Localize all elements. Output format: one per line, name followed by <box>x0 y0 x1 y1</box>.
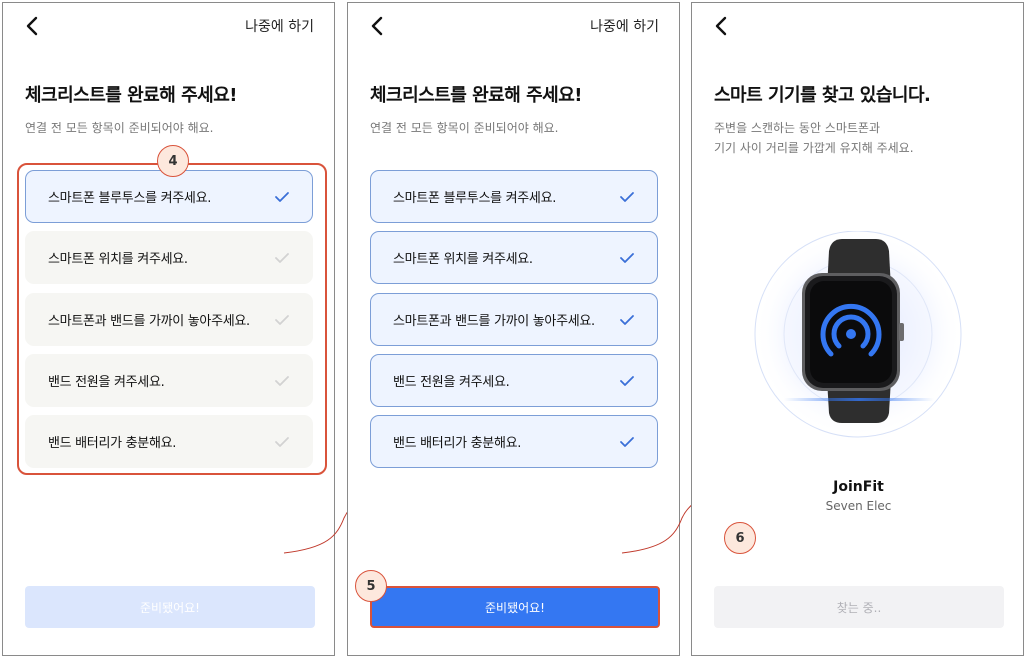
checklist-item-label: 스마트폰 블루투스를 켜주세요. <box>393 191 557 206</box>
checklist-item-battery[interactable]: 밴드 배터리가 충분해요. <box>25 415 313 468</box>
skip-later-link[interactable]: 나중에 하기 <box>590 16 659 36</box>
scan-light-line <box>784 398 934 401</box>
checklist-item-label: 스마트폰 위치를 켜주세요. <box>393 252 533 267</box>
step-badge: 6 <box>724 522 756 554</box>
searching-button[interactable]: 찾는 중.. <box>714 586 1004 628</box>
checklist-item-label: 밴드 전원을 켜주세요. <box>393 375 510 390</box>
device-maker: Seven Elec <box>825 499 892 513</box>
check-icon <box>275 253 289 263</box>
checklist-item-label: 스마트폰 위치를 켜주세요. <box>48 252 188 267</box>
checklist-item-label: 스마트폰 블루투스를 켜주세요. <box>48 191 212 206</box>
device-name: JoinFit <box>833 479 884 495</box>
screen-checklist-complete: 나중에 하기 체크리스트를 완료해 주세요! 연결 전 모든 항목이 준비되어야… <box>347 2 680 656</box>
checklist-item-label: 스마트폰과 밴드를 가까이 놓아주세요. <box>48 314 250 329</box>
check-icon <box>620 253 634 263</box>
checklist-item-power[interactable]: 밴드 전원을 켜주세요. <box>370 354 658 407</box>
page-title: 체크리스트를 완료해 주세요! <box>25 85 237 106</box>
back-chevron-icon[interactable] <box>712 15 732 37</box>
back-chevron-icon[interactable] <box>368 15 388 37</box>
checklist-item-location[interactable]: 스마트폰 위치를 켜주세요. <box>25 231 313 284</box>
checklist-item-bluetooth[interactable]: 스마트폰 블루투스를 켜주세요. <box>370 170 658 223</box>
screen-checklist-initial: 나중에 하기 체크리스트를 완료해 주세요! 연결 전 모든 항목이 준비되어야… <box>2 2 335 656</box>
page-subtitle: 연결 전 모든 항목이 준비되어야 해요. <box>25 121 214 135</box>
page-subtitle: 연결 전 모든 항목이 준비되어야 해요. <box>370 121 559 135</box>
screen-device-search: 스마트 기기를 찾고 있습니다. 주변을 스캔하는 동안 스마트폰과 기기 사이… <box>691 2 1024 656</box>
ready-button-disabled[interactable]: 준비됐어요! <box>25 586 315 628</box>
checklist-item-label: 밴드 배터리가 충분해요. <box>393 436 522 451</box>
page-title: 스마트 기기를 찾고 있습니다. <box>714 85 931 106</box>
checklist-item-label: 밴드 배터리가 충분해요. <box>48 436 177 451</box>
check-icon <box>620 437 634 447</box>
page-subtitle: 주변을 스캔하는 동안 스마트폰과 기기 사이 거리를 가깝게 유지해 주세요. <box>714 118 914 158</box>
check-icon <box>275 376 289 386</box>
scanning-watch-illustration <box>754 231 962 438</box>
step-badge: 4 <box>157 145 189 177</box>
checklist-item-bluetooth[interactable]: 스마트폰 블루투스를 켜주세요. <box>25 170 313 223</box>
subtitle-line: 주변을 스캔하는 동안 스마트폰과 <box>714 121 881 135</box>
ready-button[interactable]: 준비됐어요! <box>370 586 660 628</box>
checklist-item-battery[interactable]: 밴드 배터리가 충분해요. <box>370 415 658 468</box>
check-icon <box>275 437 289 447</box>
page-title: 체크리스트를 완료해 주세요! <box>370 85 582 106</box>
check-icon <box>620 376 634 386</box>
checklist-item-label: 밴드 전원을 켜주세요. <box>48 375 165 390</box>
check-icon <box>620 315 634 325</box>
checklist-item-power[interactable]: 밴드 전원을 켜주세요. <box>25 354 313 407</box>
check-icon <box>620 192 634 202</box>
step-badge: 5 <box>355 570 387 602</box>
checklist-item-proximity[interactable]: 스마트폰과 밴드를 가까이 놓아주세요. <box>370 293 658 346</box>
checklist-item-location[interactable]: 스마트폰 위치를 켜주세요. <box>370 231 658 284</box>
checklist-item-proximity[interactable]: 스마트폰과 밴드를 가까이 놓아주세요. <box>25 293 313 346</box>
subtitle-line: 기기 사이 거리를 가깝게 유지해 주세요. <box>714 141 914 155</box>
check-icon <box>275 192 289 202</box>
checklist-item-label: 스마트폰과 밴드를 가까이 놓아주세요. <box>393 314 595 329</box>
skip-later-link[interactable]: 나중에 하기 <box>245 16 314 36</box>
back-chevron-icon[interactable] <box>23 15 43 37</box>
check-icon <box>275 315 289 325</box>
